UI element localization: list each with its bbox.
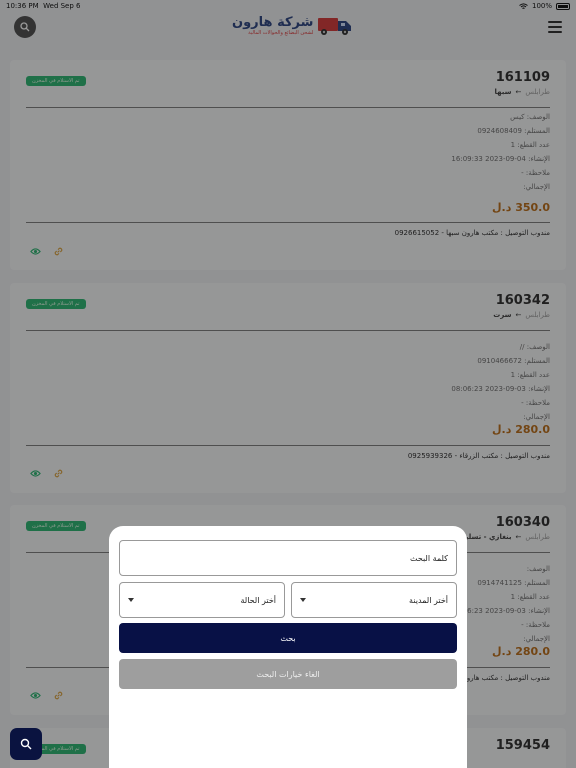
cancel-search-options-button[interactable]: الغاء خيارات البحث <box>119 659 457 689</box>
status-select[interactable]: أختر الحالة <box>119 582 285 618</box>
search-icon <box>20 738 32 750</box>
caret-down-icon <box>300 598 306 602</box>
search-options-sheet: كلمة البحث أختر المدينة أختر الحالة بحث … <box>109 526 467 768</box>
city-select-label: أختر المدينة <box>409 595 448 605</box>
search-button[interactable]: بحث <box>119 623 457 653</box>
search-keyword-input[interactable]: كلمة البحث <box>119 540 457 576</box>
floating-search-button[interactable] <box>10 728 42 760</box>
status-select-label: أختر الحالة <box>240 595 276 605</box>
caret-down-icon <box>128 598 134 602</box>
city-select[interactable]: أختر المدينة <box>291 582 457 618</box>
